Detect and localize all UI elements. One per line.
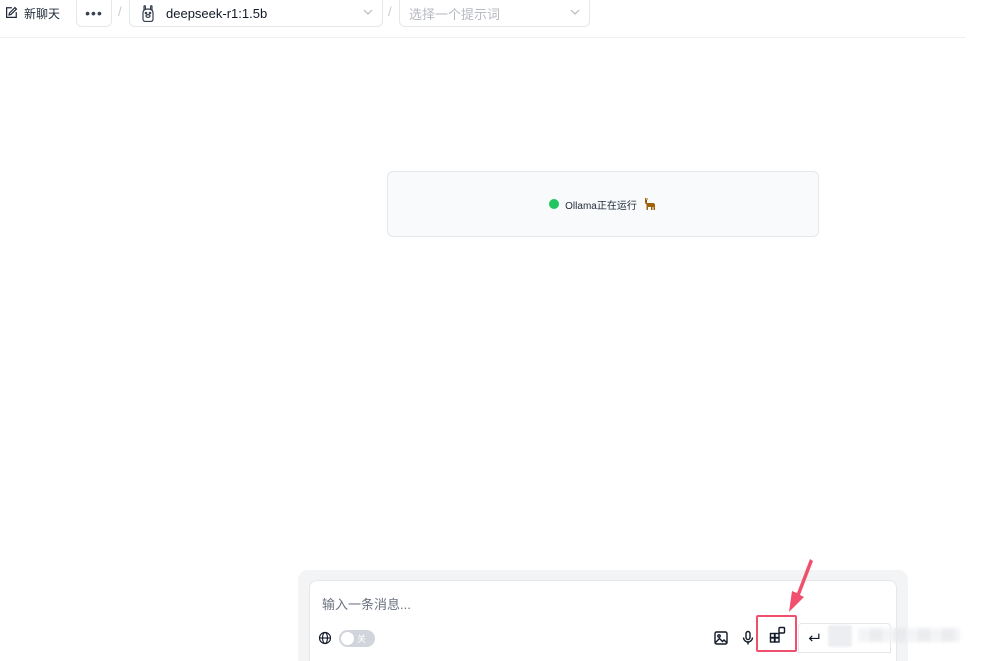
new-chat-button[interactable]: 新聊天 (0, 0, 76, 26)
llama-icon (142, 5, 154, 22)
globe-icon[interactable] (318, 631, 332, 645)
chevron-down-icon (570, 9, 580, 15)
toggle-label: 关 (357, 634, 367, 644)
microphone-icon[interactable] (740, 630, 756, 646)
status-text: Ollama正在运行 (565, 200, 637, 212)
annotation-arrow-icon (789, 559, 813, 612)
chevron-down-icon (363, 9, 373, 15)
more-icon: ••• (85, 5, 103, 21)
new-chat-label: 新聊天 (24, 6, 61, 21)
extensions-button[interactable] (756, 615, 797, 652)
ollama-status-card: Ollama正在运行 (387, 171, 819, 237)
web-search-toggle[interactable]: 关 (339, 630, 375, 647)
model-select[interactable]: deepseek-r1:1.5b (129, 0, 383, 27)
edit-icon (6, 6, 18, 18)
app-page: 新聊天 ••• / deepseek-r1:1.5b / 选择一个提示词 Oll… (0, 0, 990, 661)
blurred-region (828, 625, 852, 647)
toggle-knob (341, 632, 354, 645)
extension-icon (769, 626, 786, 643)
prompt-select[interactable]: 选择一个提示词 (399, 0, 590, 27)
enter-icon (808, 633, 820, 642)
prompt-select-placeholder: 选择一个提示词 (409, 6, 501, 22)
model-select-value: deepseek-r1:1.5b (166, 5, 268, 21)
top-toolbar: 新聊天 ••• / deepseek-r1:1.5b / 选择一个提示词 (0, 0, 966, 38)
status-dot (549, 199, 560, 209)
blurred-region (858, 628, 960, 642)
image-icon[interactable] (713, 630, 729, 646)
breadcrumb-separator: / (118, 4, 122, 19)
more-button[interactable]: ••• (76, 0, 112, 27)
llama-emoji-icon (644, 198, 655, 210)
breadcrumb-separator: / (388, 4, 392, 19)
